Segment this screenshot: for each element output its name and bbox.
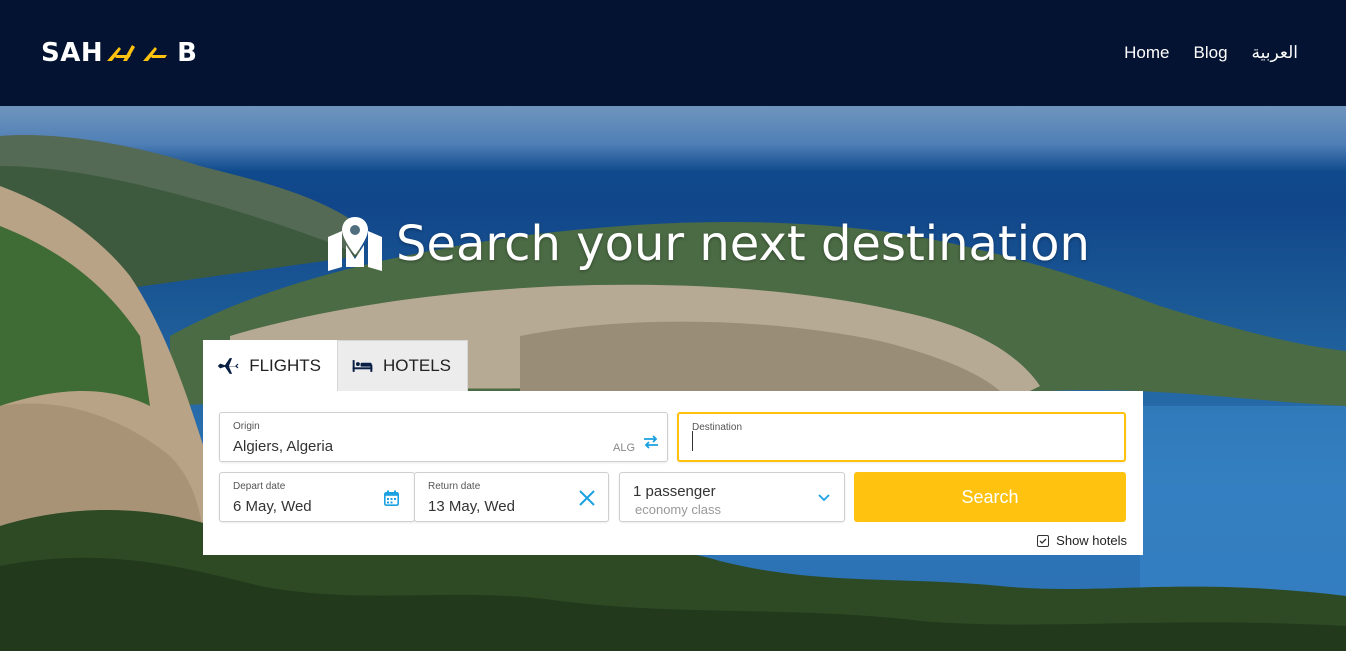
hero-headline: Search your next destination [326,214,1090,274]
search-panel: Origin Algiers, Algeria ALG Destination … [203,391,1143,555]
return-date-field[interactable]: Return date 13 May, Wed [414,472,609,522]
tab-hotels-label: HOTELS [382,356,451,375]
close-icon[interactable] [579,490,595,506]
return-label: Return date [428,481,481,492]
headline-text: Search your next destination [396,216,1090,272]
hero-background-image [0,135,1346,651]
origin-code: ALG [612,442,635,454]
search-tabs: FLIGHTS HOTELS [203,340,468,391]
nav-arabic[interactable]: العربية [1252,43,1298,63]
origin-label: Origin [233,421,260,432]
checkbox-checked-icon[interactable] [1037,534,1050,547]
origin-value: Algiers, Algeria [233,438,334,455]
destination-label: Destination [692,422,743,433]
calendar-icon[interactable] [384,490,399,506]
logo-mark-icon-2 [143,47,168,61]
top-navbar: SAH B Home Blog العربية [0,0,1346,106]
tab-flights-label: FLIGHTS [249,355,321,375]
main-nav: Home Blog العربية [1124,43,1298,63]
passengers-select[interactable]: 1 passenger economy class [619,472,845,522]
nav-blog[interactable]: Blog [1194,43,1228,63]
map-pin-icon [328,217,382,271]
logo-text-right: B [177,38,198,68]
destination-field[interactable]: Destination [677,412,1126,462]
depart-date-field[interactable]: Depart date 6 May, Wed [219,472,415,522]
logo[interactable]: SAH B [41,38,197,68]
passengers-value: 1 passenger [633,483,716,500]
text-caret [692,431,693,451]
nav-home[interactable]: Home [1124,43,1169,63]
origin-field[interactable]: Origin Algiers, Algeria ALG [219,412,668,462]
chevron-down-icon [818,494,830,502]
swap-icon[interactable] [643,435,659,449]
tab-hotels[interactable]: HOTELS [337,340,468,391]
logo-mark-icon [107,45,136,61]
hero-section: Search your next destination FLIGHTS HOT… [0,106,1346,651]
depart-value: 6 May, Wed [233,498,312,515]
return-value: 13 May, Wed [428,498,515,515]
show-hotels-option[interactable]: Show hotels [1037,533,1127,548]
bed-icon [352,360,373,372]
cabin-class-value: economy class [635,502,721,517]
search-button[interactable]: Search [854,472,1126,522]
depart-label: Depart date [233,481,286,492]
show-hotels-label: Show hotels [1056,533,1127,548]
logo-text-left: SAH [41,38,104,68]
tab-flights[interactable]: FLIGHTS [203,340,337,391]
airplane-icon [217,357,239,374]
